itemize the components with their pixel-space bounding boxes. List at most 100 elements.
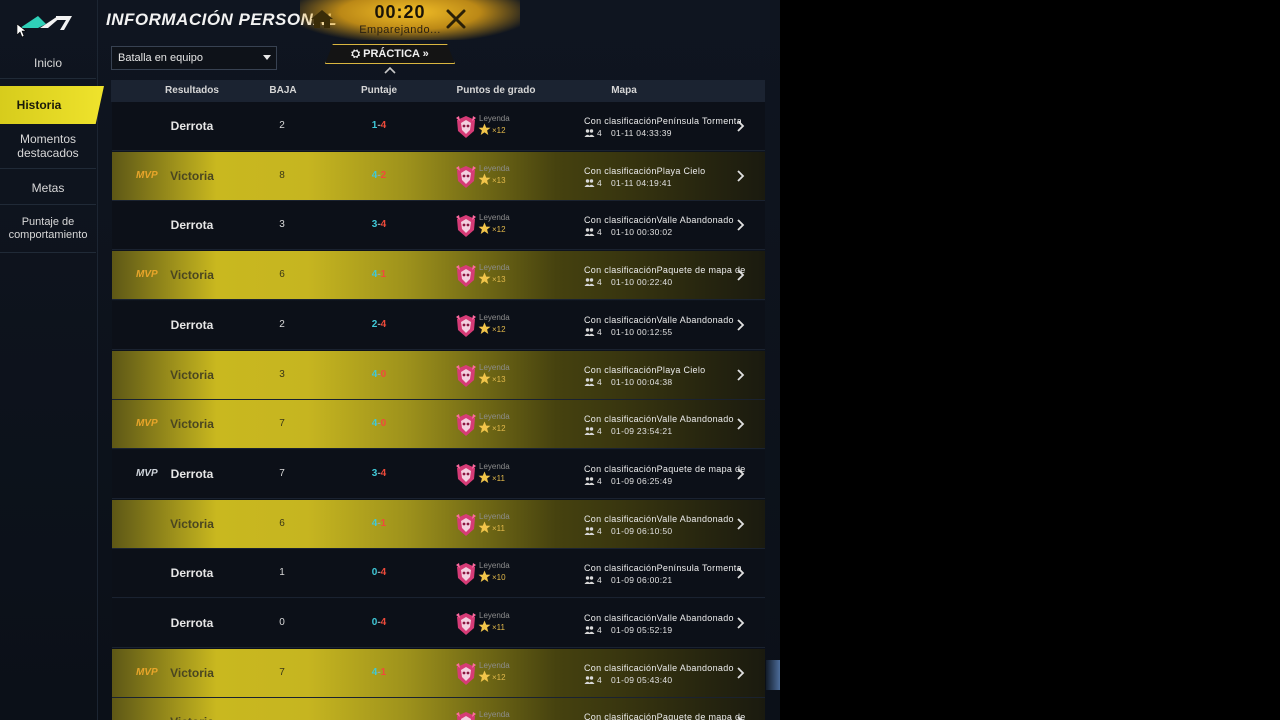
table-row[interactable]: Victoria 6 4-1 Leyenda ×11 Con clasificaciónV… (112, 500, 765, 549)
star-count: ×11 (492, 623, 505, 632)
table-row[interactable]: MVP Victoria 7 4-0 Leyenda ×12 Con clasificaci… (112, 400, 765, 449)
sidebar-item-momentos-destacados[interactable]: Momentos destacados (0, 132, 96, 160)
star-count: ×13 (492, 375, 506, 384)
table-row[interactable]: Derrota 0 0-4 Leyenda ×11 Con clasificaciónVa… (112, 599, 765, 648)
rank-name: Leyenda (479, 462, 510, 471)
sidebar-item-metas[interactable]: Metas (0, 181, 96, 195)
close-icon[interactable] (445, 8, 467, 30)
chevron-right-icon[interactable] (736, 218, 745, 232)
chevron-right-icon[interactable] (736, 666, 745, 680)
chevron-up-icon[interactable] (383, 66, 397, 74)
scrollbar-thumb[interactable] (766, 660, 780, 690)
chevron-right-icon[interactable] (736, 368, 745, 382)
mode-select[interactable]: Batalla en equipo (111, 46, 277, 70)
rank-name: Leyenda (479, 561, 510, 570)
table-row[interactable]: MVP Victoria 7 4-1 Leyenda ×12 Con clasificaci… (112, 649, 765, 698)
chevron-right-icon[interactable] (736, 169, 745, 183)
table-row[interactable]: Victoria Leyenda Con clasificaciónPaquete … (112, 698, 765, 720)
legend-rank-icon (456, 365, 476, 387)
legend-rank-icon (456, 464, 476, 486)
star-icon (478, 123, 491, 135)
kills-count: 7 (279, 468, 285, 479)
map-name: Con clasificaciónValle Abandonado (584, 215, 734, 225)
match-meta: 4 01-10 00:12:55 (584, 327, 672, 337)
legend-rank-icon (456, 265, 476, 287)
player-count: 4 (597, 675, 603, 685)
match-result: Victoria (170, 169, 214, 183)
caret-down-icon (263, 55, 271, 60)
player-count: 4 (597, 277, 603, 287)
star-count: ×11 (492, 524, 505, 533)
map-name: Con clasificaciónPaquete de mapa de (584, 712, 746, 720)
row-divider (112, 647, 765, 648)
table-row[interactable]: MVP Victoria 8 4-2 Leyenda ×13 Con clasificaci… (112, 152, 765, 201)
sidebar-item-historia[interactable]: Historia (0, 86, 104, 124)
match-score: 3-4 (362, 468, 396, 479)
star-icon (478, 570, 491, 582)
table-row[interactable]: Victoria 3 4-0 Leyenda ×13 Con clasificaciónP… (112, 351, 765, 400)
star-count: ×11 (492, 474, 505, 483)
sidebar-item-puntaje-de-comportamiento[interactable]: Puntaje de comportamiento (0, 216, 96, 242)
table-row[interactable]: Derrota 1 0-4 Leyenda ×10 Con clasificaciónPe… (112, 549, 765, 598)
score-enemy: 2 (380, 170, 387, 181)
rank-name: Leyenda (479, 512, 510, 521)
table-row[interactable]: Derrota 3 3-4 Leyenda ×12 Con clasificaciónVa… (112, 201, 765, 250)
legend-rank-icon (456, 215, 476, 237)
table-row[interactable]: MVP Derrota 7 3-4 Leyenda ×11 Con clasificació… (112, 450, 765, 499)
row-divider (112, 150, 765, 151)
people-icon (584, 427, 595, 435)
match-result: Derrota (170, 566, 214, 580)
match-result: Victoria (157, 715, 227, 720)
player-count: 4 (597, 327, 603, 337)
legend-rank-icon (456, 563, 476, 585)
kills-count: 7 (279, 667, 285, 678)
rank-name: Leyenda (479, 710, 510, 719)
mouse-cursor-icon (17, 24, 27, 38)
chevron-right-icon[interactable] (736, 268, 745, 282)
player-count: 4 (597, 625, 603, 635)
match-meta: 4 01-10 00:22:40 (584, 277, 672, 287)
sidebar-item-inicio[interactable]: Inicio (0, 56, 96, 70)
match-meta: 4 01-10 00:30:02 (584, 227, 672, 237)
map-name: Con clasificaciónValle Abandonado (584, 663, 734, 673)
practice-button[interactable]: ⛭ PRÁCTICA » (325, 44, 455, 64)
kills-count: 6 (279, 518, 285, 529)
star-count: ×12 (492, 424, 506, 433)
table-row[interactable]: MVP Victoria 6 4-1 Leyenda ×13 Con clasificaci… (112, 251, 765, 300)
chevron-right-icon[interactable] (736, 566, 745, 580)
star-icon (478, 670, 491, 682)
chevron-right-icon[interactable] (736, 517, 745, 531)
match-score: 4-1 (362, 518, 396, 529)
player-count: 4 (597, 227, 603, 237)
people-icon (584, 228, 595, 236)
table-row[interactable]: Derrota 2 1-4 Leyenda ×12 Con clasificaciónPe… (112, 102, 765, 151)
table-row[interactable]: Derrota 2 2-4 Leyenda ×12 Con clasificaciónVa… (112, 301, 765, 350)
chevron-right-icon[interactable] (736, 616, 745, 630)
player-count: 4 (597, 526, 603, 536)
mvp-badge: MVP (136, 418, 158, 429)
chevron-right-icon[interactable] (736, 715, 745, 720)
people-icon (584, 576, 595, 584)
chevron-right-icon[interactable] (736, 119, 745, 133)
mvp-badge: MVP (136, 170, 158, 181)
star-icon (478, 272, 491, 284)
kills-count: 7 (279, 418, 285, 429)
chevron-right-icon[interactable] (736, 318, 745, 332)
match-meta: 4 01-11 04:33:39 (584, 128, 672, 138)
rank-name: Leyenda (479, 263, 510, 272)
legend-rank-icon (456, 663, 476, 685)
kills-count: 0 (279, 617, 285, 628)
practice-icon: ⛭ (351, 48, 361, 60)
match-score: 1-4 (362, 120, 396, 131)
match-meta: 4 01-10 00:04:38 (584, 377, 672, 387)
match-score: 0-4 (362, 567, 396, 578)
match-meta: 4 01-09 05:52:19 (584, 625, 672, 635)
chevron-right-icon[interactable] (736, 467, 745, 481)
star-icon (478, 421, 491, 433)
legend-rank-icon (456, 315, 476, 337)
chevron-right-icon[interactable] (736, 417, 745, 431)
score-enemy: 4 (380, 468, 387, 479)
match-datetime: 01-10 00:12:55 (611, 327, 673, 337)
sidebar-separator (0, 78, 96, 79)
double-chevron-icon: » (422, 48, 429, 60)
